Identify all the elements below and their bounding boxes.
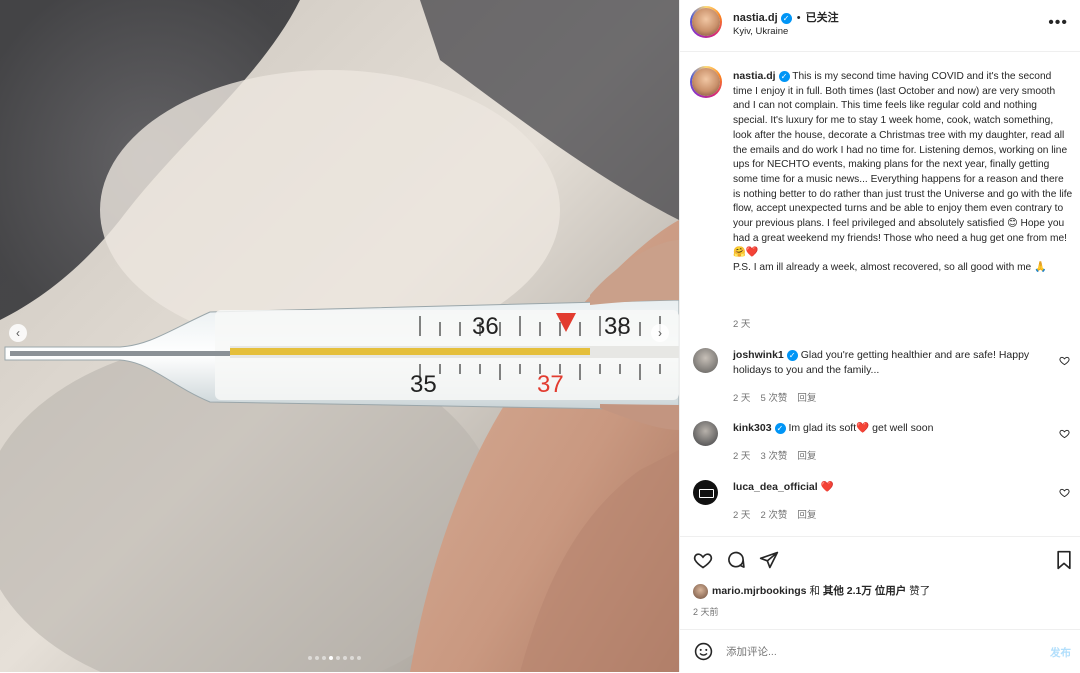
follow-status-button[interactable]: 已关注 bbox=[806, 12, 839, 24]
carousel-next-button[interactable]: › bbox=[651, 324, 669, 342]
comment-reply-button[interactable]: 回复 bbox=[797, 510, 816, 521]
post-media[interactable]: 36 38 35 37 ‹ › bbox=[0, 0, 679, 672]
liker-username[interactable]: mario.mjrbookings bbox=[712, 585, 807, 597]
comment-time[interactable]: 2 天 bbox=[733, 451, 750, 462]
caption-ps: P.S. I am ill already a week, almost rec… bbox=[733, 262, 1047, 274]
likes-and: 和 bbox=[809, 585, 820, 597]
comment-item: kink303 ✓ Im glad its soft❤️ get well soo… bbox=[733, 421, 1053, 436]
comment-like-heart-icon[interactable] bbox=[1059, 428, 1070, 439]
verified-badge-icon: ✓ bbox=[780, 12, 792, 24]
carousel-dot bbox=[322, 656, 326, 660]
comment-text: ❤️ bbox=[820, 481, 834, 493]
carousel-dot bbox=[336, 656, 340, 660]
comment-time[interactable]: 2 天 bbox=[733, 393, 750, 404]
post-details-panel: nastia.dj ✓ • 已关注 Kyiv, Ukraine ••• nasti… bbox=[679, 0, 1080, 672]
comment-avatar[interactable] bbox=[693, 348, 718, 373]
comment-time[interactable]: 2 天 bbox=[733, 510, 750, 521]
paper-plane-icon[interactable] bbox=[759, 550, 779, 570]
verified-badge-icon: ✓ bbox=[778, 70, 790, 82]
comment-username[interactable]: joshwink1 bbox=[733, 349, 784, 361]
caption-author-avatar[interactable] bbox=[690, 66, 722, 98]
emoji-smile-icon[interactable] bbox=[694, 642, 713, 661]
caption-time[interactable]: 2 天 bbox=[733, 316, 750, 330]
carousel-indicator bbox=[308, 656, 361, 660]
carousel-prev-button[interactable]: ‹ bbox=[9, 324, 27, 342]
carousel-dot bbox=[350, 656, 354, 660]
tick-label-35: 35 bbox=[410, 371, 437, 398]
comment-avatar[interactable] bbox=[693, 421, 718, 446]
add-comment-input[interactable] bbox=[724, 642, 1028, 662]
post-header: nastia.dj ✓ • 已关注 Kyiv, Ukraine ••• bbox=[680, 0, 1080, 52]
likes-others[interactable]: 其他 2.1万 位用户 bbox=[823, 585, 906, 597]
author-avatar[interactable] bbox=[690, 6, 722, 38]
tick-label-37: 37 bbox=[537, 371, 564, 398]
post-time[interactable]: 2 天前 bbox=[693, 605, 719, 618]
likes-verb: 赞了 bbox=[909, 585, 931, 597]
comment-username[interactable]: luca_dea_official bbox=[733, 481, 818, 493]
comment-like-heart-icon[interactable] bbox=[1059, 355, 1070, 366]
add-comment-bar: 发布 bbox=[680, 629, 1080, 673]
author-username[interactable]: nastia.dj bbox=[733, 12, 778, 24]
carousel-dot bbox=[357, 656, 361, 660]
comment-text: Im glad its soft❤️ get well soon bbox=[788, 422, 934, 434]
comment-item: joshwink1 ✓ Glad you're getting healthier… bbox=[733, 348, 1053, 378]
caption-username[interactable]: nastia.dj bbox=[733, 70, 776, 82]
comment-avatar[interactable] bbox=[693, 480, 718, 505]
comment-username[interactable]: kink303 bbox=[733, 422, 772, 434]
verified-badge-icon: ✓ bbox=[774, 422, 786, 434]
comment-like-heart-icon[interactable] bbox=[1059, 487, 1070, 498]
comment-meta: 2 天 5 次赞 回复 bbox=[733, 390, 826, 404]
liker-avatar[interactable] bbox=[693, 583, 708, 599]
tick-label-36: 36 bbox=[472, 313, 499, 340]
comment-likes[interactable]: 3 次赞 bbox=[760, 451, 787, 462]
caption-text: This is my second time having COVID and … bbox=[733, 71, 1073, 259]
post-caption: nastia.dj ✓ This is my second time having… bbox=[733, 69, 1073, 276]
separator-dot: • bbox=[796, 12, 801, 24]
carousel-dot-active bbox=[329, 656, 333, 660]
comment-reply-button[interactable]: 回复 bbox=[797, 451, 816, 462]
carousel-dot bbox=[343, 656, 347, 660]
post-location[interactable]: Kyiv, Ukraine bbox=[733, 26, 788, 37]
comment-reply-button[interactable]: 回复 bbox=[797, 393, 816, 404]
likes-summary[interactable]: mario.mjrbookings 和 其他 2.1万 位用户 赞了 bbox=[693, 583, 930, 599]
comment-bubble-icon[interactable] bbox=[726, 550, 746, 570]
comment-likes[interactable]: 5 次赞 bbox=[760, 393, 787, 404]
carousel-dot bbox=[315, 656, 319, 660]
bookmark-icon[interactable] bbox=[1055, 550, 1073, 570]
comment-likes[interactable]: 2 次赞 bbox=[760, 510, 787, 521]
comment-meta: 2 天 3 次赞 回复 bbox=[733, 448, 826, 462]
carousel-dot bbox=[308, 656, 312, 660]
more-options-icon[interactable]: ••• bbox=[1048, 14, 1068, 32]
post-comment-button[interactable]: 发布 bbox=[1050, 645, 1071, 660]
comment-meta: 2 天 2 次赞 回复 bbox=[733, 507, 826, 521]
thermometer-photo: 36 38 35 37 bbox=[0, 0, 679, 672]
heart-outline-icon[interactable] bbox=[693, 550, 713, 570]
tick-label-38: 38 bbox=[604, 313, 631, 340]
action-bar bbox=[680, 536, 1080, 583]
verified-badge-icon: ✓ bbox=[786, 349, 798, 361]
comment-item: luca_dea_official ❤️ bbox=[733, 480, 1053, 495]
